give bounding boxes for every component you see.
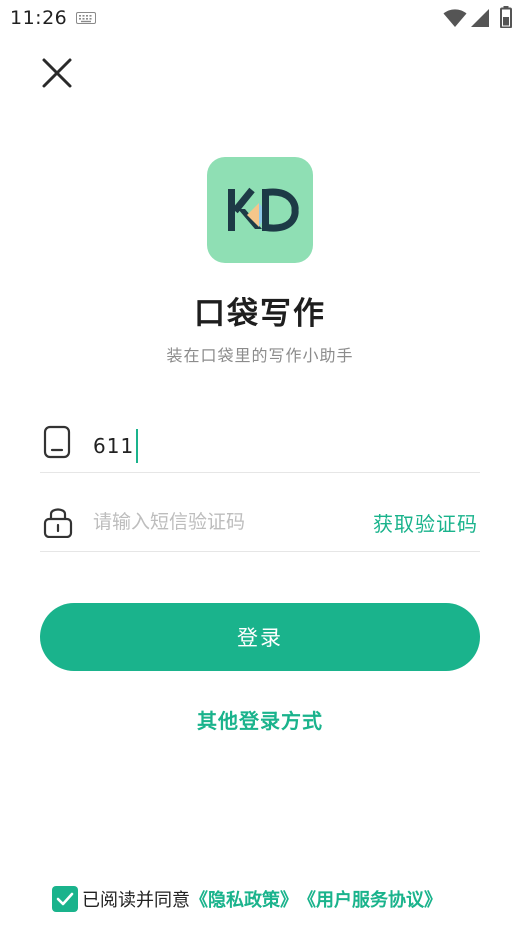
close-button[interactable] [36, 52, 78, 94]
app-slogan: 装在口袋里的写作小助手 [166, 346, 354, 365]
close-icon [42, 58, 72, 88]
agreement-row: 已阅读并同意 《隐私政策》 《用户服务协议》 [52, 885, 442, 913]
wifi-icon [443, 9, 467, 27]
phone-icon [43, 425, 71, 459]
app-name: 口袋写作 [194, 296, 326, 332]
login-button[interactable]: 登录 [40, 603, 480, 671]
other-login-link[interactable]: 其他登录方式 [0, 705, 520, 734]
login-screen: 11:26 口袋写作 装在口袋里的写作小助手 611 请输入短信验证码 获取验证… [0, 0, 520, 926]
status-time: 11:26 [10, 7, 68, 29]
status-bar: 11:26 [0, 0, 520, 36]
signal-icon [471, 9, 489, 27]
app-logo-mark [228, 187, 299, 232]
code-input[interactable] [93, 502, 333, 542]
check-icon [56, 892, 74, 906]
terms-of-service-link[interactable]: 《用户服务协议》 [298, 886, 442, 912]
agreement-checkbox[interactable] [52, 886, 78, 912]
battery-icon [500, 6, 512, 28]
text-caret [136, 429, 139, 463]
lock-icon [43, 508, 73, 538]
keyboard-icon [76, 12, 96, 24]
get-code-button[interactable]: 获取验证码 [373, 508, 478, 537]
app-logo [207, 157, 313, 263]
agreement-text: 已阅读并同意 [82, 890, 190, 911]
code-field-row: 获取验证码 [40, 480, 480, 552]
phone-field-row[interactable]: 611 [40, 401, 480, 473]
phone-input-value: 611 [93, 434, 135, 458]
privacy-policy-link[interactable]: 《隐私政策》 [190, 886, 298, 912]
phone-input[interactable]: 611 [93, 429, 139, 463]
